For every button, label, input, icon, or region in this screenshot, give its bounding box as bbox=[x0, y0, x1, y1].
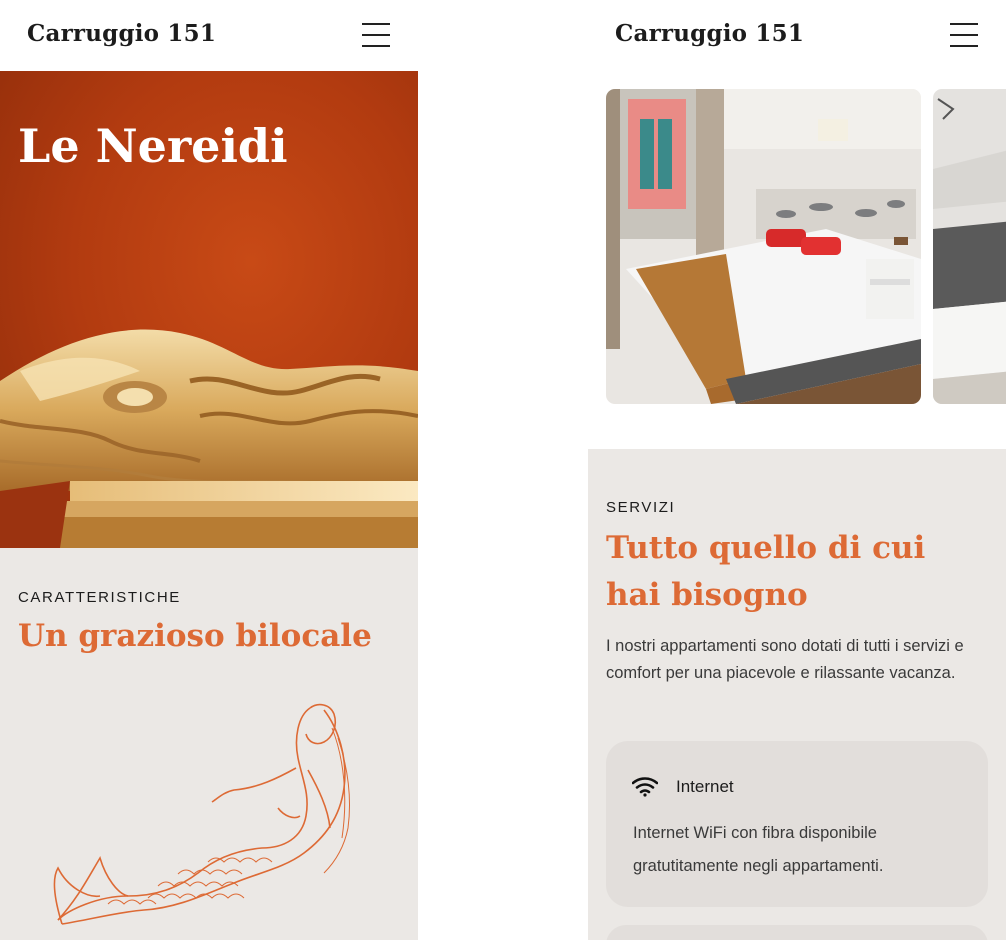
photo-gallery[interactable] bbox=[606, 89, 1006, 404]
hamburger-menu-icon[interactable] bbox=[950, 22, 980, 48]
section-eyebrow: CARATTERISTICHE bbox=[18, 589, 181, 606]
bedroom-image bbox=[606, 89, 921, 404]
hamburger-menu-icon[interactable] bbox=[362, 22, 392, 48]
service-card-title: Internet bbox=[676, 777, 734, 796]
site-header: Carruggio 151 bbox=[588, 0, 1006, 71]
service-card-next bbox=[606, 925, 988, 940]
hero-banner: Le Nereidi bbox=[0, 71, 418, 548]
section-title: Tutto quello di cui hai bisogno bbox=[606, 525, 986, 619]
section-title: Un grazioso bilocale bbox=[18, 618, 372, 654]
bedroom-image-2 bbox=[933, 89, 1006, 404]
left-screen: Carruggio 151 Le Nereidi CARATTERISTICHE… bbox=[0, 0, 418, 940]
section-eyebrow: SERVIZI bbox=[606, 499, 676, 516]
site-logo[interactable]: Carruggio 151 bbox=[27, 20, 216, 47]
site-header: Carruggio 151 bbox=[0, 0, 418, 71]
hero-title: Le Nereidi bbox=[18, 119, 288, 173]
service-card-text: Internet WiFi con fibra disponibile grat… bbox=[633, 824, 884, 875]
bedroom-photo-next[interactable] bbox=[933, 89, 1006, 404]
section-description: I nostri appartamenti sono dotati di tut… bbox=[606, 637, 964, 682]
section-title-line-1: Tutto quello di cui bbox=[606, 530, 926, 566]
services-section: SERVIZI Tutto quello di cui hai bisogno … bbox=[588, 449, 1006, 940]
bedroom-photo[interactable] bbox=[606, 89, 921, 404]
features-section: CARATTERISTICHE Un grazioso bilocale bbox=[0, 548, 418, 940]
site-logo[interactable]: Carruggio 151 bbox=[615, 20, 804, 47]
right-screen: Carruggio 151 SERVIZI Tutto quello di cu… bbox=[588, 0, 1006, 940]
wifi-icon bbox=[632, 777, 658, 797]
service-card-internet: Internet Internet WiFi con fibra disponi… bbox=[606, 741, 988, 907]
section-title-line-2: hai bisogno bbox=[606, 577, 808, 613]
mermaid-illustration bbox=[53, 703, 350, 925]
